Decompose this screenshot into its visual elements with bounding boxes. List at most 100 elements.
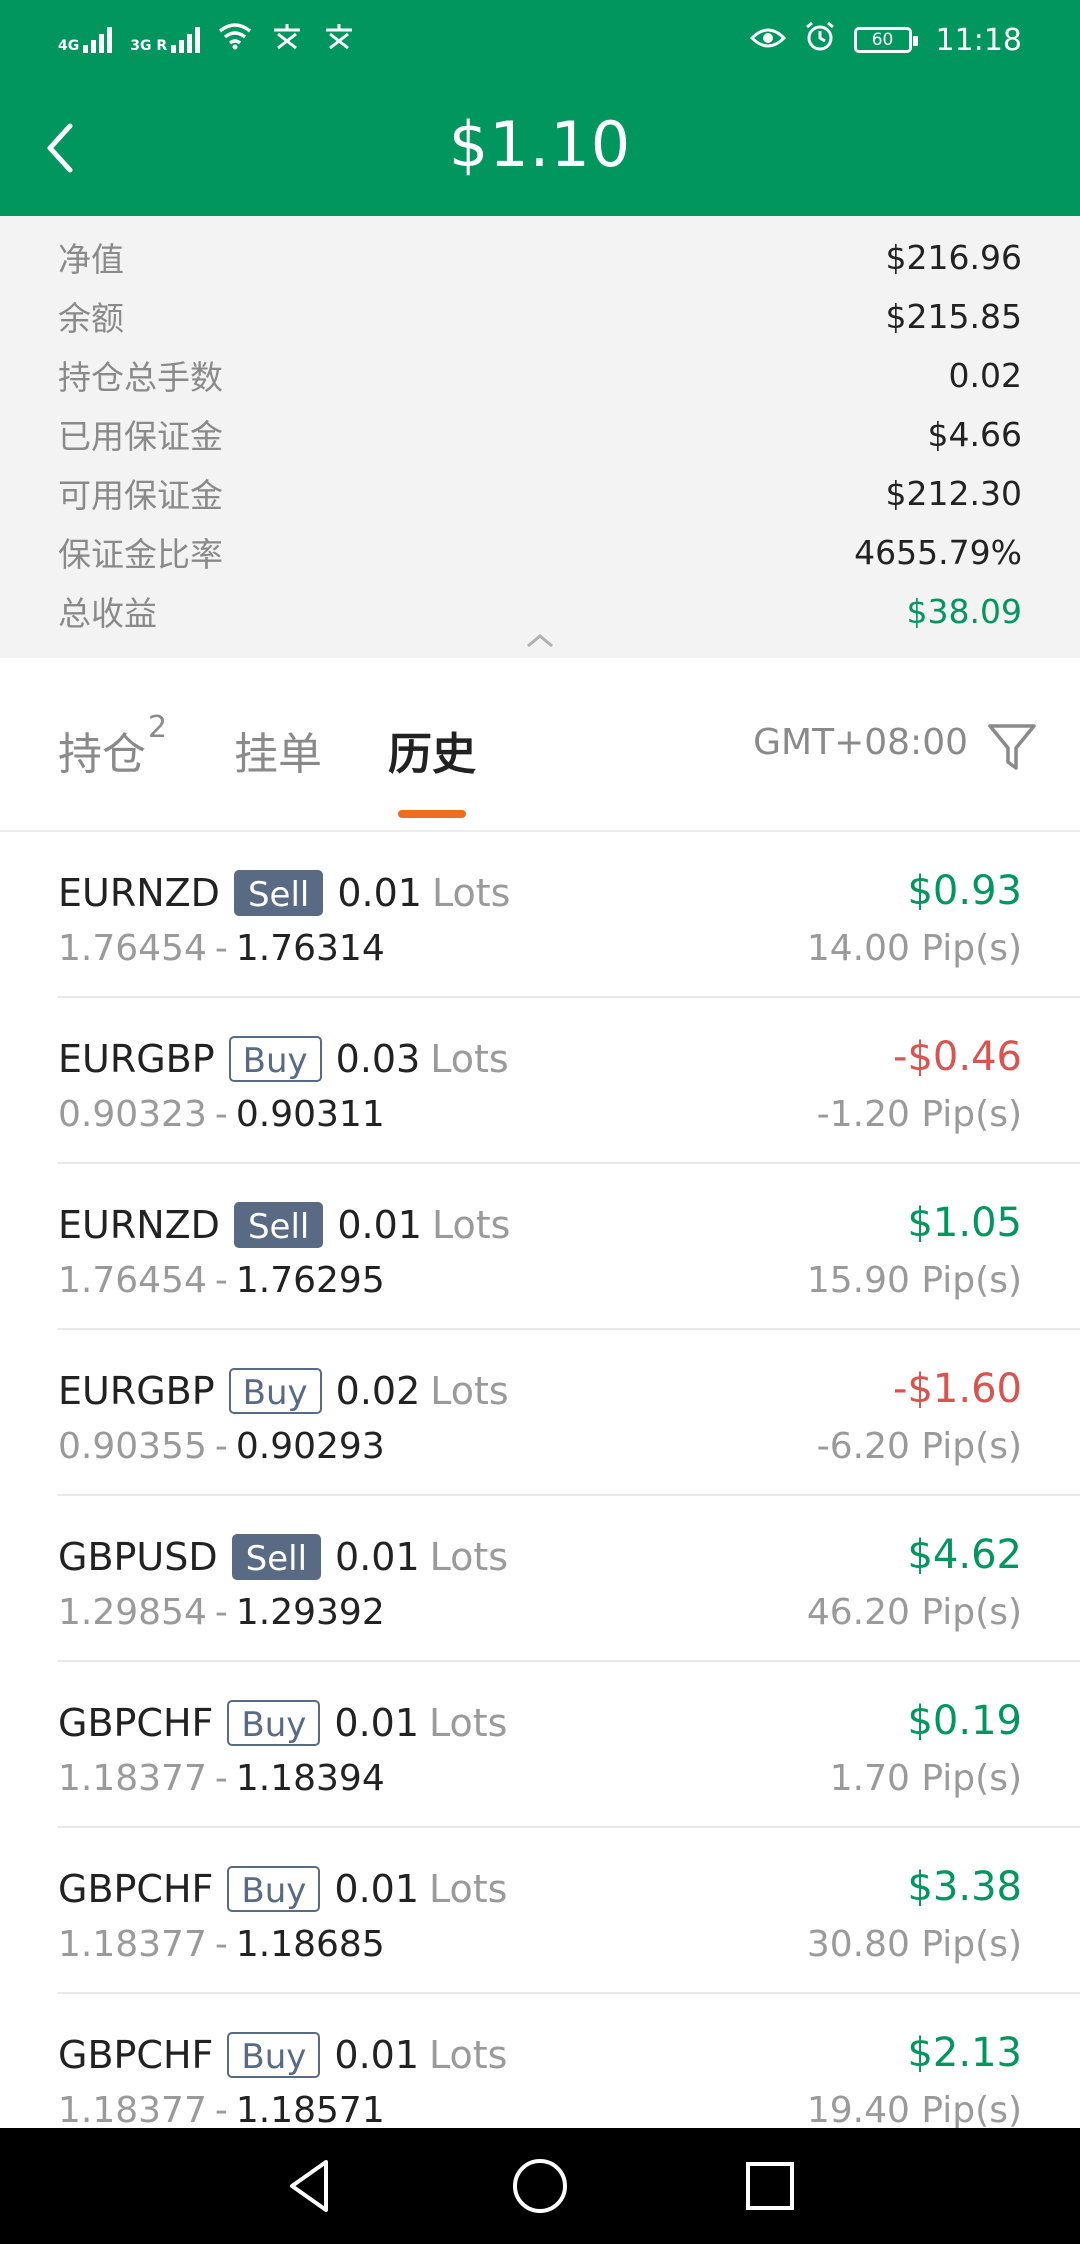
trade-pips: 1.70 Pip(s) bbox=[829, 1758, 1022, 1799]
summary-value: $4.66 bbox=[927, 414, 1022, 454]
trade-lots: 0.01 bbox=[337, 871, 422, 915]
tab-positions-label: 持仓 bbox=[58, 729, 146, 780]
clock-time: 11:18 bbox=[935, 22, 1022, 58]
trade-symbol: GBPCHF bbox=[58, 1701, 214, 1745]
trade-close-price: 1.29392 bbox=[235, 1592, 385, 1633]
summary-row-margin-ratio: 保证金比率 4655.79% bbox=[58, 523, 1022, 581]
trade-profit: -$1.60 bbox=[893, 1366, 1022, 1412]
trade-profit: $0.19 bbox=[907, 1698, 1022, 1744]
trade-open-price: 0.90323 bbox=[58, 1094, 207, 1135]
status-right: 60 11:18 bbox=[749, 20, 1022, 60]
tab-bar: 持仓2 挂单 历史 GMT+08:00 bbox=[0, 658, 1080, 832]
signal2-label: 3G R bbox=[130, 38, 168, 54]
trade-lots: 0.02 bbox=[335, 1369, 421, 1413]
nav-back-button[interactable] bbox=[278, 2154, 342, 2218]
trade-side-badge: Buy bbox=[227, 1866, 321, 1912]
timezone-label[interactable]: GMT+08:00 bbox=[753, 722, 968, 763]
trade-symbol: GBPUSD bbox=[58, 1535, 218, 1579]
trade-side-badge: Buy bbox=[228, 1036, 322, 1082]
tab-positions[interactable]: 持仓2 bbox=[58, 710, 167, 782]
eye-icon bbox=[749, 23, 786, 58]
cell-signal-icon: 4G bbox=[58, 27, 113, 53]
summary-label: 可用保证金 bbox=[58, 476, 223, 515]
trade-close-price: 0.90311 bbox=[235, 1094, 385, 1135]
trade-pips: 19.40 Pip(s) bbox=[806, 2090, 1022, 2131]
trade-pips: 46.20 Pip(s) bbox=[806, 1592, 1022, 1633]
table-row[interactable]: EURNZD Sell 0.01 Lots 1.76454-1.76314 $0… bbox=[58, 832, 1080, 998]
trade-lots-unit: Lots bbox=[430, 1037, 509, 1081]
trade-close-price: 1.76314 bbox=[235, 928, 385, 969]
trade-side-badge: Buy bbox=[227, 2032, 321, 2078]
filter-icon bbox=[988, 724, 1036, 770]
nav-recents-button[interactable] bbox=[738, 2154, 802, 2218]
summary-label: 已用保证金 bbox=[58, 417, 223, 456]
trade-symbol: GBPCHF bbox=[58, 1867, 214, 1911]
nav-home-button[interactable] bbox=[508, 2154, 572, 2218]
trade-open-price: 1.29854 bbox=[58, 1592, 207, 1633]
trade-profit: $0.93 bbox=[907, 868, 1022, 914]
trade-lots: 0.01 bbox=[334, 1867, 420, 1911]
trade-lots-unit: Lots bbox=[429, 2033, 508, 2077]
header: $1.10 bbox=[0, 80, 1080, 216]
cell-signal-2-icon: 3G R bbox=[130, 27, 201, 54]
table-row[interactable]: GBPCHF Buy 0.01 Lots 1.18377-1.18394 $0.… bbox=[58, 1662, 1080, 1828]
summary-value: $216.96 bbox=[885, 237, 1022, 277]
tab-pending-label: 挂单 bbox=[234, 729, 322, 780]
trade-profit: -$0.46 bbox=[893, 1034, 1022, 1080]
trade-close-price: 1.18571 bbox=[235, 2090, 385, 2131]
summary-value: $212.30 bbox=[885, 473, 1022, 513]
trade-open-price: 1.18377 bbox=[58, 2090, 207, 2131]
table-row[interactable]: EURGBP Buy 0.03 Lots 0.90323-0.90311 -$0… bbox=[58, 998, 1080, 1164]
trade-profit: $3.38 bbox=[907, 1864, 1022, 1910]
trade-side-badge: Sell bbox=[231, 1534, 322, 1580]
trade-symbol: EURGBP bbox=[58, 1037, 215, 1081]
trade-symbol: GBPCHF bbox=[58, 2033, 214, 2077]
chevron-up-icon bbox=[527, 634, 553, 648]
trade-symbol: EURNZD bbox=[58, 1203, 220, 1247]
trade-lots-unit: Lots bbox=[431, 871, 511, 915]
positions-count: 2 bbox=[148, 710, 168, 745]
trade-pips: -6.20 Pip(s) bbox=[816, 1426, 1022, 1467]
trade-lots-unit: Lots bbox=[430, 1369, 509, 1413]
trade-open-price: 1.76454 bbox=[58, 1260, 207, 1301]
trade-close-price: 1.18685 bbox=[235, 1924, 385, 1965]
summary-label: 总收益 bbox=[58, 594, 157, 633]
circle-home-icon bbox=[513, 2159, 567, 2213]
table-row[interactable]: GBPUSD Sell 0.01 Lots 1.29854-1.29392 $4… bbox=[58, 1496, 1080, 1662]
trade-side-badge: Buy bbox=[228, 1368, 322, 1414]
trade-lots: 0.01 bbox=[335, 1535, 420, 1579]
table-row[interactable]: EURGBP Buy 0.02 Lots 0.90355-0.90293 -$1… bbox=[58, 1330, 1080, 1496]
trade-pips: 15.90 Pip(s) bbox=[806, 1260, 1022, 1301]
summary-value: 0.02 bbox=[948, 355, 1022, 395]
account-summary: 净值 $216.96 余额 $215.85 持仓总手数 0.02 已用保证金 $… bbox=[0, 216, 1080, 658]
trade-pips: -1.20 Pip(s) bbox=[816, 1094, 1022, 1135]
trade-lots-unit: Lots bbox=[429, 1867, 508, 1911]
summary-value: 4655.79% bbox=[854, 532, 1022, 572]
trade-side-badge: Sell bbox=[233, 1202, 324, 1248]
table-row[interactable]: GBPCHF Buy 0.01 Lots 1.18377-1.18685 $3.… bbox=[58, 1828, 1080, 1994]
trade-close-price: 1.76295 bbox=[235, 1260, 385, 1301]
trade-symbol: EURNZD bbox=[58, 871, 220, 915]
summary-label: 余额 bbox=[58, 299, 124, 338]
summary-row-free-margin: 可用保证金 $212.30 bbox=[58, 464, 1022, 522]
trade-side-badge: Buy bbox=[227, 1700, 321, 1746]
table-row[interactable]: EURNZD Sell 0.01 Lots 1.76454-1.76295 $1… bbox=[58, 1164, 1080, 1330]
trade-open-price: 1.18377 bbox=[58, 1758, 207, 1799]
trade-lots-unit: Lots bbox=[429, 1701, 508, 1745]
trade-history-list: EURNZD Sell 0.01 Lots 1.76454-1.76314 $0… bbox=[0, 832, 1080, 2160]
collapse-summary-button[interactable] bbox=[524, 630, 556, 650]
trade-profit: $2.13 bbox=[907, 2030, 1022, 2076]
alarm-icon bbox=[804, 20, 836, 60]
summary-row-used-margin: 已用保证金 $4.66 bbox=[58, 405, 1022, 463]
tab-pending[interactable]: 挂单 bbox=[234, 718, 322, 782]
summary-label: 持仓总手数 bbox=[58, 358, 223, 397]
trade-pips: 30.80 Pip(s) bbox=[806, 1924, 1022, 1965]
trade-open-price: 0.90355 bbox=[58, 1426, 207, 1467]
tab-history-label: 历史 bbox=[388, 729, 476, 780]
page-title: $1.10 bbox=[448, 108, 632, 181]
summary-row-balance: 余额 $215.85 bbox=[58, 287, 1022, 345]
filter-button[interactable] bbox=[984, 718, 1040, 774]
tab-history[interactable]: 历史 bbox=[388, 718, 476, 782]
trade-lots: 0.01 bbox=[334, 2033, 420, 2077]
trade-profit: $4.62 bbox=[907, 1532, 1022, 1578]
